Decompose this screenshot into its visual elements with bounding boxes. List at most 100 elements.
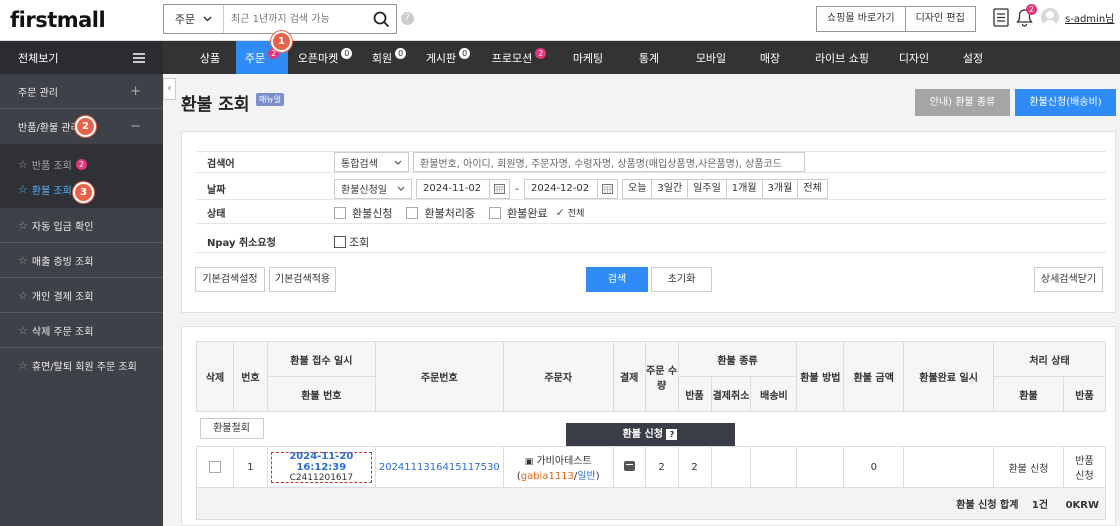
status-refund-request[interactable]: 환불신청 [334,205,392,221]
tab-live-shopping[interactable]: 라이브 쇼핑 [798,41,886,74]
orderer-type: 일반 [577,471,596,482]
calendar-icon[interactable] [490,178,510,199]
refund-guide-button[interactable]: 안내) 환불 종류 [915,89,1010,116]
refund-method [796,446,845,488]
avatar[interactable] [1041,8,1059,26]
collapse-sidebar-button[interactable]: ‹ [163,78,176,100]
header-cancel: 결제취소 [710,376,752,412]
star-icon[interactable]: ☆ [18,289,28,302]
star-icon[interactable]: ☆ [18,254,28,267]
tab-board[interactable]: 게시판 0 [416,41,480,74]
summary-row: 환불 신청 합계 1건 0KRW [196,487,1106,520]
period-buttons: 오늘 3일간 일주일 1개월 3개월 전체 [622,178,828,199]
checkbox[interactable] [406,206,419,219]
sidebar-item-sales-proof[interactable]: ☆ 매출 증빙 조회 [0,243,163,278]
menu-icon[interactable] [133,52,145,63]
detail-search-close-button[interactable]: 상세검색닫기 [1034,267,1103,292]
page-title: 환불 조회 [181,95,250,115]
star-icon[interactable]: ☆ [18,359,28,372]
document-icon[interactable] [993,7,1009,27]
tab-design[interactable]: 디자인 [886,41,942,74]
tab-member[interactable]: 회원 0 [362,41,416,74]
default-search-apply-button[interactable]: 기본검색적용 [269,267,336,292]
sidebar-item-auto-deposit[interactable]: ☆ 자동 입금 확인 [0,208,163,243]
header-payment: 결제 [612,341,646,412]
status-refund-complete[interactable]: 환불완료 [489,205,548,221]
status-return: 반품 신청 [1062,446,1107,488]
checkbox[interactable] [489,206,502,219]
date-from-input[interactable]: 2024-11-02 [416,178,490,199]
period-today[interactable]: 오늘 [622,178,653,199]
tab-mobile[interactable]: 모바일 [680,41,742,74]
annotation-marker: 3 [73,182,94,203]
tab-promotion[interactable]: 프로모션 2 [480,41,558,74]
star-icon[interactable]: ☆ [18,183,28,196]
refund-datetime-link[interactable]: 2024-11-20 16:12:39 [272,451,371,473]
tab-product[interactable]: 상품 [184,41,236,74]
shop-button[interactable]: 쇼핑몰 바로가기 [816,6,906,32]
order-no-link[interactable]: 2024111316415117530 [374,446,504,488]
period-week[interactable]: 일주일 [688,178,727,199]
reset-button[interactable]: 초기화 [651,267,712,292]
filter-row-keyword: 검색어 통합검색 환불번호, 아이디, 회원명, 주문자명, 수령자명, 상품명… [196,151,1106,173]
design-edit-button[interactable]: 디자인 편집 [905,6,976,32]
default-search-setting-button[interactable]: 기본검색설정 [195,267,265,292]
group-label: 환불 신청 [622,429,663,440]
top-buttons: 쇼핑몰 바로가기 디자인 편집 [816,6,976,32]
period-1month[interactable]: 1개월 [726,178,763,199]
summary-label: 환불 신청 합계 [956,500,1019,511]
date-type-select[interactable]: 환불신청일 [334,178,412,199]
notification-bell[interactable]: 2 [1015,4,1037,27]
period-all[interactable]: 전체 [798,178,828,199]
sidebar-item-personal-payment[interactable]: ☆ 개인 결제 조회 [0,278,163,313]
sidebar-item-order-manage[interactable]: 주문 관리 + [0,74,163,109]
order-qty: 2 [644,446,679,488]
refund-datetime-cell: 2024-11-20 16:12:39 C2411201617 [270,451,372,483]
tab-marketing[interactable]: 마케팅 [558,41,618,74]
refund-withdraw-button[interactable]: 환불철회 [199,418,264,439]
tab-stats[interactable]: 통계 [618,41,680,74]
help-icon[interactable]: ? [666,429,678,440]
checkbox[interactable] [334,235,346,248]
star-icon[interactable]: ☆ [18,158,28,171]
sidebar-item-dormant-orders[interactable]: ☆ 휴면/탈퇴 회원 주문 조회 [0,348,163,383]
status-refund-processing[interactable]: 환불처리중 [406,205,475,221]
refund-apply-button[interactable]: 환불신청(배송비) [1015,89,1116,116]
nav-label: 오픈마켓 [297,51,339,65]
date-to-input[interactable]: 2024-12-02 [524,178,598,199]
keyword-input[interactable]: 환불번호, 아이디, 회원명, 주문자명, 수령자명, 상품명(매입상품명,사은… [413,152,805,172]
period-3days[interactable]: 3일간 [652,178,689,199]
sidebar-item-deleted-orders[interactable]: ☆ 삭제 주문 조회 [0,313,163,348]
nav-badge: 0 [395,48,407,59]
search-input[interactable] [224,5,366,33]
tab-settings[interactable]: 설정 [942,41,1004,74]
header-order-no: 주문번호 [374,341,504,412]
npay-option[interactable]: 조회 [334,234,369,250]
checkbox[interactable] [334,206,346,219]
search-button[interactable]: 검색 [586,267,648,292]
help-icon[interactable]: ? [401,12,414,25]
tab-openmarket[interactable]: 오픈마켓 0 [288,41,362,74]
sidebar-sub-return-search[interactable]: ☆ 반품 조회 2 [0,152,163,177]
table-row[interactable]: 1 2024-11-20 16:12:39 C2411201617 202411… [196,446,1107,488]
header-no: 번호 [232,341,268,412]
logo[interactable]: firstmall [10,8,106,32]
row-checkbox[interactable] [208,461,221,473]
manual-badge[interactable]: 매뉴얼 [256,93,285,106]
period-3months[interactable]: 3개월 [762,178,799,199]
header-delete: 삭제 [196,341,234,412]
status-all[interactable]: ✓ 전체 [556,206,585,219]
keyword-scope-select[interactable]: 통합검색 [334,152,409,172]
sidebar-header[interactable]: 전체보기 [0,41,163,74]
search-scope-select[interactable]: 주문 [164,5,224,33]
orderer-id[interactable]: gabia1113 [521,471,574,482]
star-icon[interactable]: ☆ [18,324,28,337]
user-link[interactable]: s-admin님 [1065,10,1114,25]
search-icon[interactable] [366,11,396,28]
star-icon[interactable]: ☆ [18,219,28,232]
calendar-icon[interactable] [598,178,618,199]
tab-store[interactable]: 매장 [742,41,798,74]
orderer-name[interactable]: 가비아테스트 [536,456,591,467]
nav-label: 상품 [199,51,221,65]
refund-return-qty: 2 [677,446,712,488]
